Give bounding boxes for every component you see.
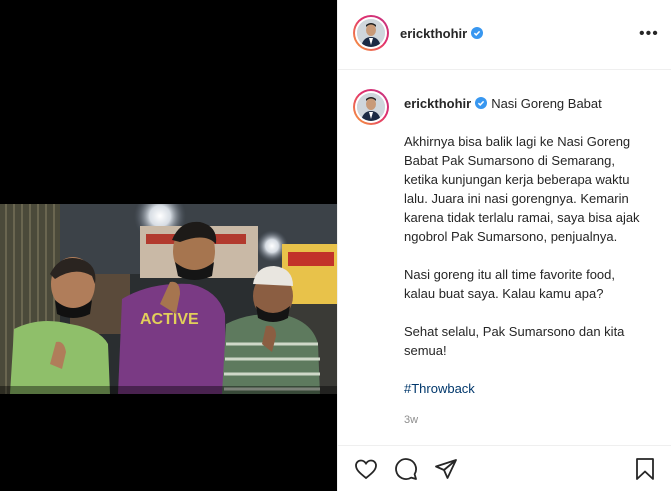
more-options-button[interactable]: ••• [639,24,658,44]
comment-button[interactable] [394,457,418,481]
avatar-ring [355,17,387,49]
post-media[interactable]: ACTIVE [0,0,337,491]
bookmark-icon [636,458,654,480]
svg-text:ACTIVE: ACTIVE [140,311,199,328]
post-header: erickthohir ••• [338,0,671,70]
post-photo: ACTIVE [0,204,337,394]
header-username-text[interactable]: erickthohir [400,26,467,41]
caption-avatar-picture [357,93,385,121]
heart-icon [355,459,377,480]
caption-body: Akhirnya bisa balik lagi ke Nasi Goreng … [404,132,644,398]
caption-paragraph: Nasi goreng itu all time favorite food, … [404,267,615,301]
caption-verified-badge-icon [475,97,488,109]
caption-avatar-ring [355,91,387,123]
avatar-picture [357,19,385,47]
caption-title: Nasi Goreng Babat [491,96,602,111]
comment-icon [395,458,417,480]
header-username[interactable]: erickthohir [400,26,484,41]
caption-heading: erickthohir Nasi Goreng Babat [404,96,602,111]
share-icon [435,459,457,479]
post-age[interactable]: 3w [404,414,418,426]
caption-avatar[interactable] [353,89,389,125]
profile-avatar[interactable] [353,15,389,51]
caption-section: erickthohir Nasi Goreng Babat Akhirnya bi… [338,70,671,440]
caption-paragraph: Akhirnya bisa balik lagi ke Nasi Goreng … [404,134,640,244]
hashtag-link[interactable]: #Throwback [404,381,475,396]
post-details-panel: erickthohir ••• erickthohir Nasi Goreng … [337,0,671,491]
verified-badge-icon [471,27,484,39]
instagram-post: ACTIVE erickthohir ••• erickthohir Nasi … [0,0,671,491]
save-button[interactable] [633,457,657,481]
share-button[interactable] [434,457,458,481]
action-bar [338,445,671,491]
like-button[interactable] [354,457,378,481]
caption-username[interactable]: erickthohir [404,96,471,111]
caption-paragraph: Sehat selalu, Pak Sumarsono dan kita sem… [404,324,625,358]
